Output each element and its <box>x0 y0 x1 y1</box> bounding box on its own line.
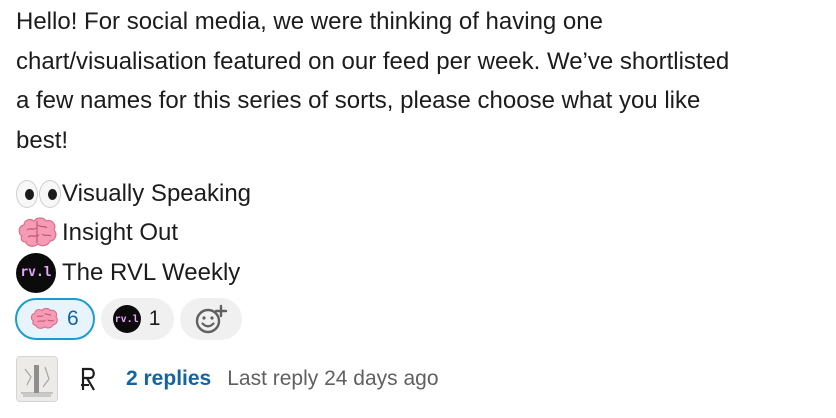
message-line: Hello! For social media, we were thinkin… <box>16 8 603 35</box>
replies-link[interactable]: 2 replies <box>126 367 211 391</box>
brain-icon <box>30 307 58 329</box>
message-line: best! <box>16 126 69 154</box>
rvl-logo-icon: rv.l <box>112 305 141 333</box>
reactions-bar: 6 rv.l 1 <box>15 298 243 340</box>
option-label: Insight Out <box>62 219 179 247</box>
option-visually-speaking: Visually Speaking <box>16 174 251 214</box>
rvl-logo-text: rv.l <box>16 252 56 293</box>
eyes-icon <box>16 177 62 211</box>
thread-summary[interactable]: 2 replies Last reply 24 days ago <box>16 356 439 402</box>
option-rvl-weekly: rv.l The RVL Weekly <box>16 252 251 293</box>
reaction-count: 1 <box>148 307 161 330</box>
name-options-list: Visually Speaking Insight Out rv.l The R… <box>16 174 251 293</box>
app-logo-icon <box>81 367 95 391</box>
last-reply-text: Last reply 24 days ago <box>227 367 439 390</box>
brain-icon <box>16 216 62 250</box>
message-line: chart/visualisation featured on our feed… <box>16 47 730 75</box>
add-reaction-icon <box>196 304 228 334</box>
app-avatar[interactable] <box>72 362 106 396</box>
rvl-logo-icon: rv.l <box>16 252 62 293</box>
option-label: The RVL Weekly <box>62 258 241 286</box>
reaction-rvl-button[interactable]: rv.l 1 <box>100 298 175 340</box>
option-insight-out: Insight Out <box>16 214 251 254</box>
message-line: a few names for this series of sorts, pl… <box>16 87 701 114</box>
reaction-brain-button[interactable]: 6 <box>15 298 95 340</box>
message-text: Hello! For social media, we were thinkin… <box>16 2 828 160</box>
option-label: Visually Speaking <box>62 179 252 207</box>
add-reaction-button[interactable] <box>180 298 243 340</box>
avatar[interactable] <box>16 356 58 402</box>
reaction-count: 6 <box>67 307 79 330</box>
